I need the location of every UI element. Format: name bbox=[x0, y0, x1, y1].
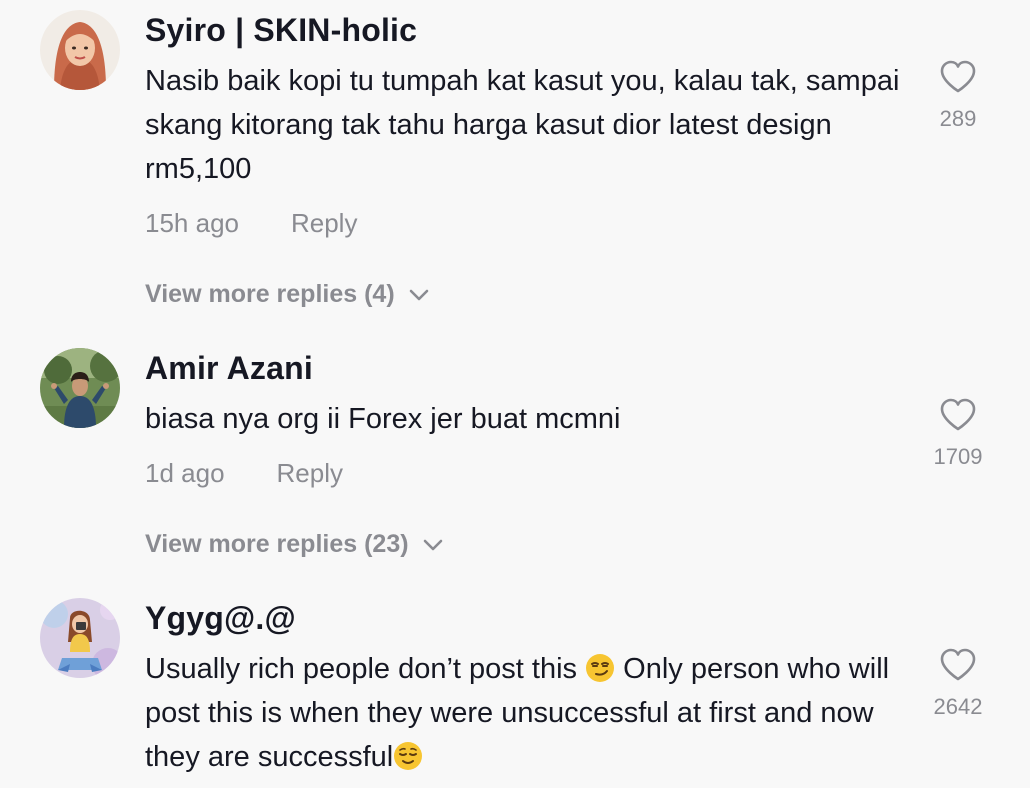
comment-timestamp: 15h ago bbox=[145, 208, 239, 238]
like-button[interactable]: 1709 bbox=[918, 398, 998, 470]
like-button[interactable]: 289 bbox=[918, 60, 998, 132]
comment-meta: 15h ago Reply bbox=[145, 208, 357, 239]
comment-text: biasa nya org ii Forex jer buat mcmni bbox=[145, 403, 621, 435]
comment-text-part: Usually rich people don’t post this bbox=[145, 653, 586, 685]
heart-icon bbox=[940, 60, 976, 93]
comment-timestamp: 1d ago bbox=[145, 458, 225, 488]
comment-username[interactable]: Syiro | SKIN-holic bbox=[145, 12, 417, 49]
comment-username[interactable]: Amir Azani bbox=[145, 350, 313, 387]
view-more-replies-button[interactable]: View more replies (4) bbox=[145, 280, 429, 309]
like-count: 289 bbox=[939, 106, 977, 131]
heart-icon bbox=[940, 648, 976, 681]
avatar-illustrated-girl-icon bbox=[40, 598, 120, 678]
comment-text: Nasib baik kopi tu tumpah kat kasut you,… bbox=[145, 65, 900, 185]
like-button[interactable]: 2642 bbox=[918, 648, 998, 720]
comment-text: Usually rich people don’t post this Only… bbox=[145, 647, 915, 779]
chevron-down-icon bbox=[409, 289, 428, 300]
like-count: 1709 bbox=[933, 444, 983, 469]
avatar-woman-hijab-icon bbox=[40, 10, 120, 90]
comment-list: Syiro | SKIN-holic Nasib baik kopi tu tu… bbox=[0, 0, 1030, 788]
smirking-face-icon bbox=[586, 654, 615, 682]
avatar[interactable] bbox=[40, 10, 120, 90]
avatar[interactable] bbox=[40, 348, 120, 428]
reply-button[interactable]: Reply bbox=[291, 208, 357, 238]
comment-meta: 1d ago Reply bbox=[145, 458, 343, 489]
chevron-down-icon bbox=[423, 539, 442, 550]
view-more-replies-button[interactable]: View more replies (23) bbox=[145, 530, 443, 559]
view-more-replies-label: View more replies (23) bbox=[145, 530, 409, 558]
comment-username[interactable]: Ygyg@.@ bbox=[145, 600, 296, 637]
heart-icon bbox=[940, 398, 976, 431]
relieved-face-icon bbox=[394, 742, 423, 770]
avatar[interactable] bbox=[40, 598, 120, 678]
avatar-man-outdoors-icon bbox=[40, 348, 120, 428]
like-count: 2642 bbox=[933, 694, 983, 719]
reply-button[interactable]: Reply bbox=[277, 458, 343, 488]
view-more-replies-label: View more replies (4) bbox=[145, 280, 395, 308]
